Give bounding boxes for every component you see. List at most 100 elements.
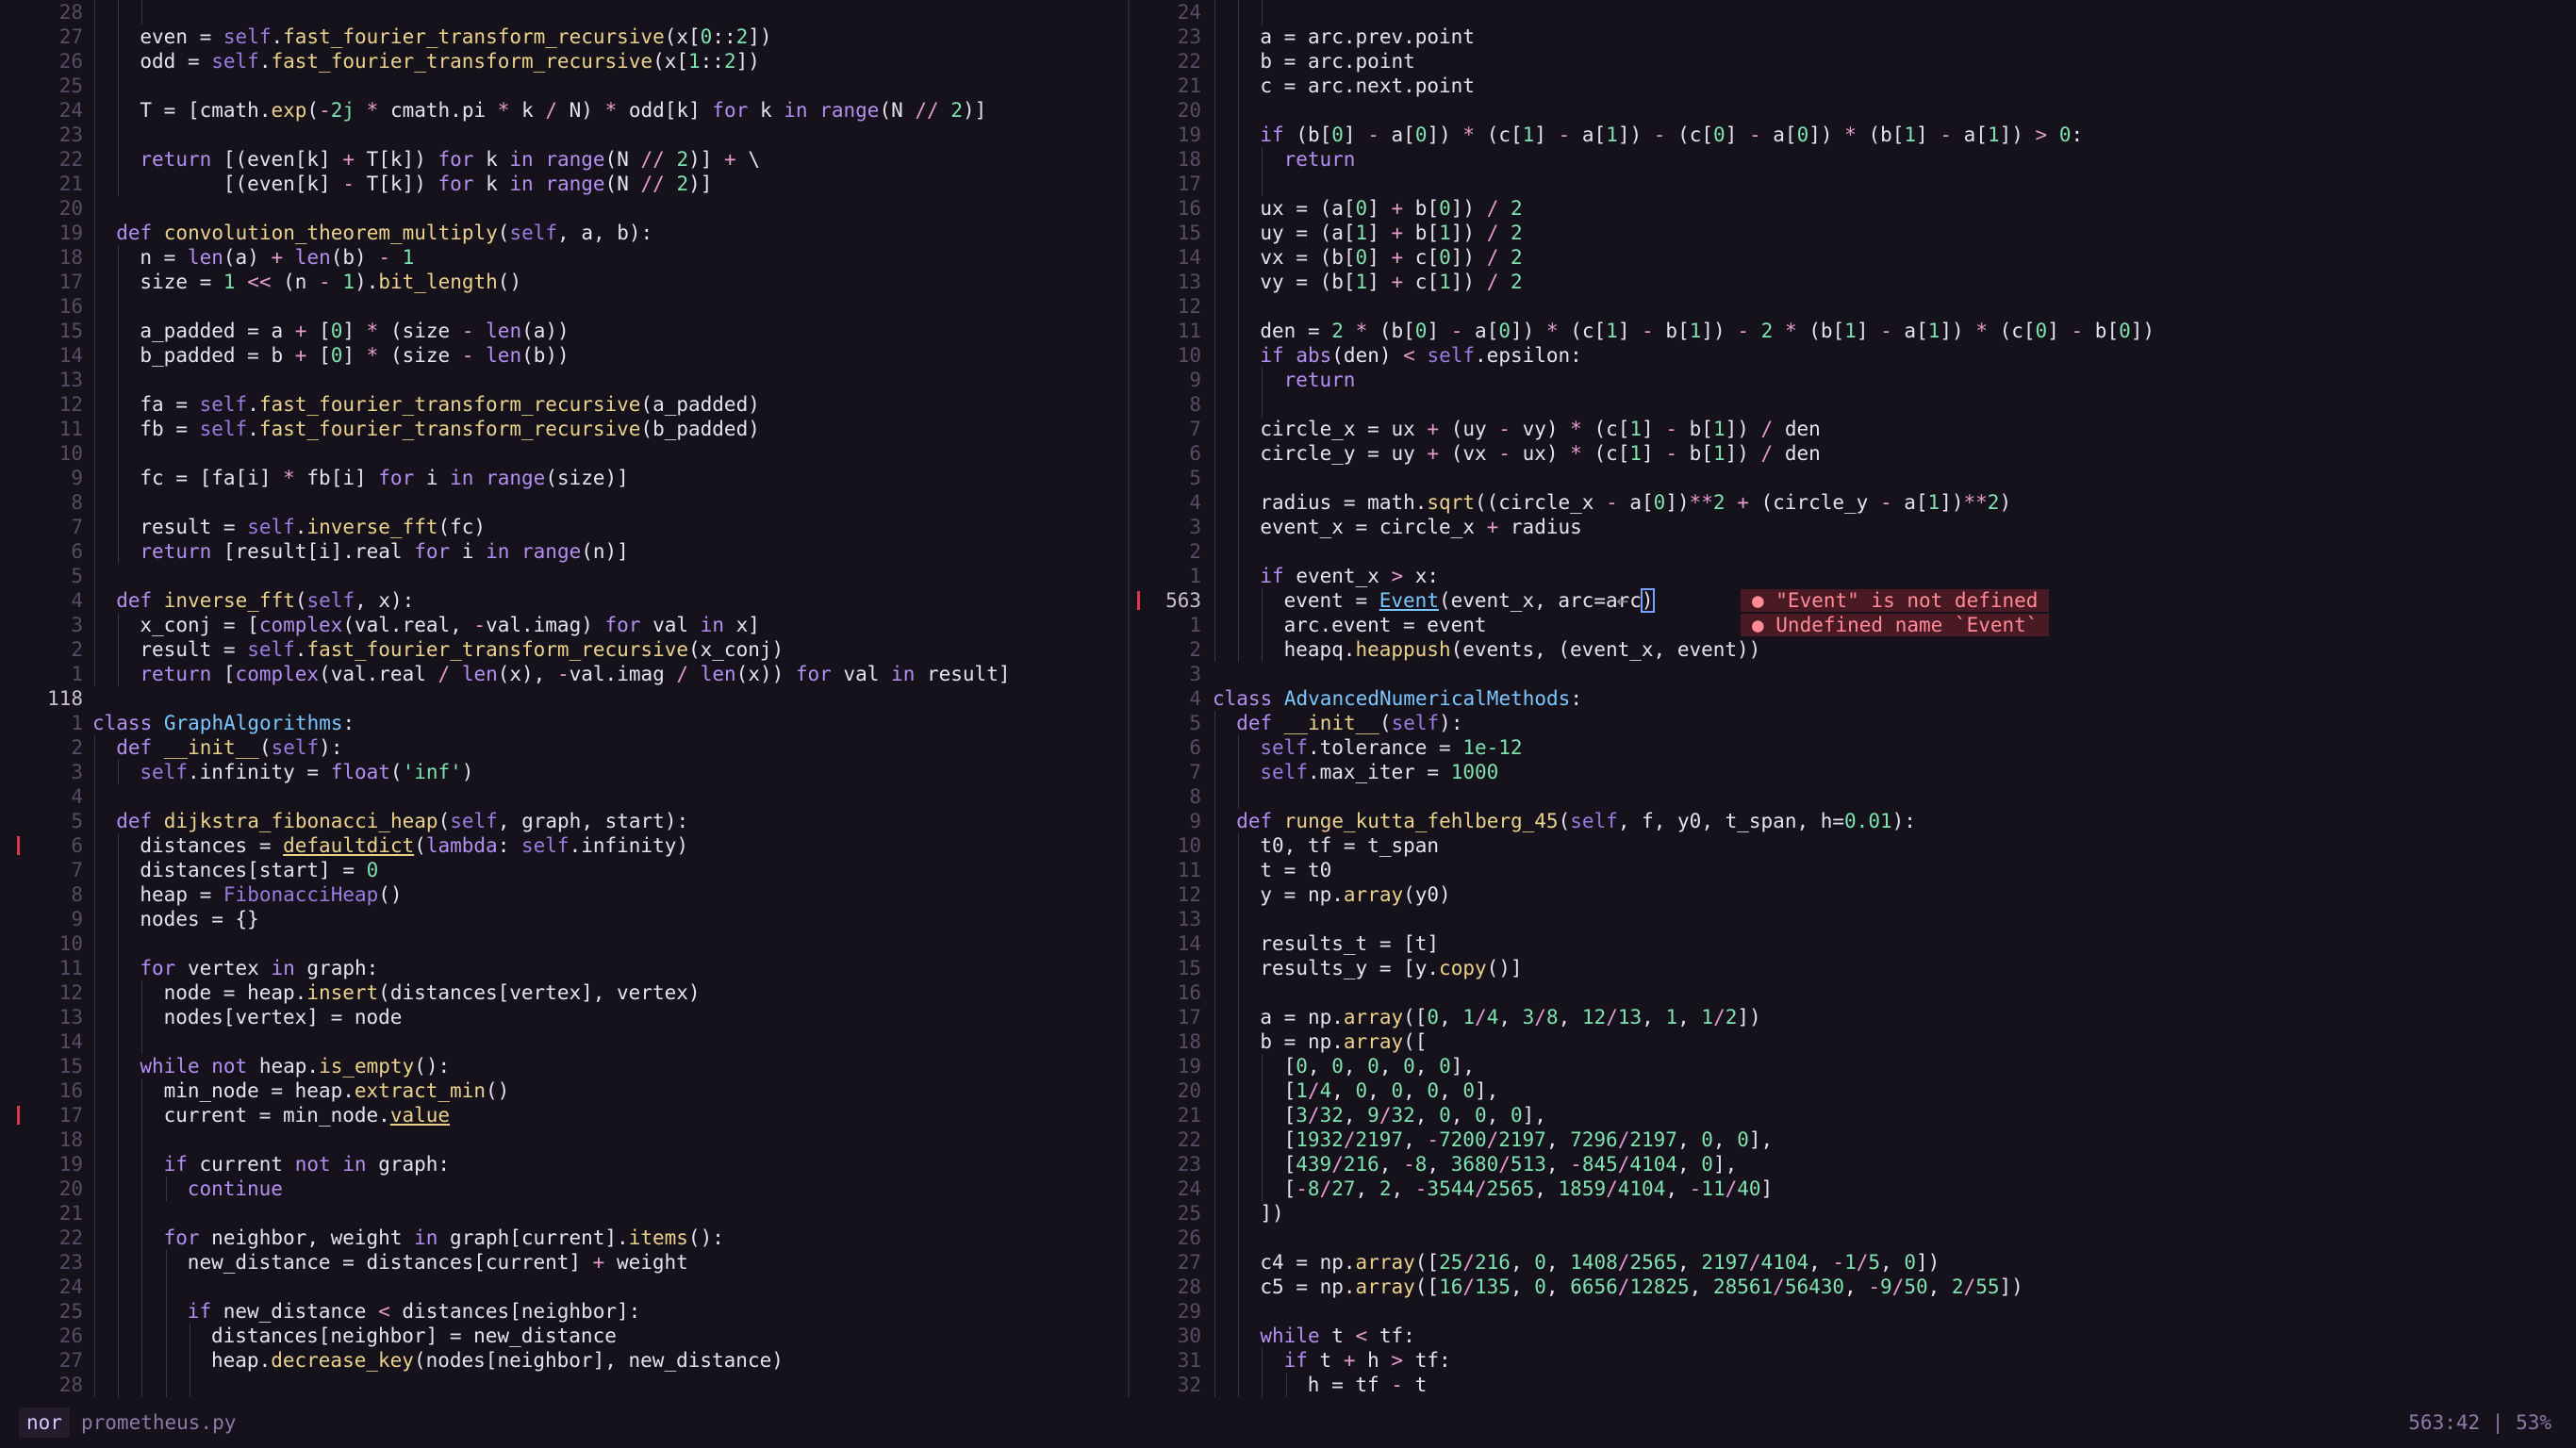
code-line[interactable]: 4 def inverse_fft(self, x):	[0, 588, 1128, 613]
code-line[interactable]: 17 size = 1 << (n - 1).bit_length()	[0, 270, 1128, 294]
code-line[interactable]: 2 result = self.fast_fourier_transform_re…	[0, 637, 1128, 662]
code-line[interactable]: 9 return	[1130, 368, 2576, 392]
code-line[interactable]: 118	[0, 686, 1128, 711]
code-text[interactable]: [1932/2197, -7200/2197, 7296/2197, 0, 0]…	[1284, 1127, 1774, 1152]
code-line[interactable]: 17 current = min_node.value	[0, 1103, 1128, 1127]
code-line[interactable]: 21 [(even[k] - T[k]) for k in range(N //…	[0, 172, 1128, 196]
code-text[interactable]: self.max_iter = 1000	[1260, 760, 1498, 784]
code-line[interactable]: 23 [439/216, -8, 3680/513, -845/4104, 0],	[1130, 1152, 2576, 1176]
code-text[interactable]: for neighbor, weight in graph[current].i…	[164, 1226, 724, 1250]
code-line[interactable]: 23 new_distance = distances[current] + we…	[0, 1250, 1128, 1275]
code-text[interactable]: for vertex in graph:	[140, 956, 378, 980]
code-line[interactable]: 12	[1130, 294, 2576, 319]
code-text[interactable]: [439/216, -8, 3680/513, -845/4104, 0],	[1284, 1152, 1738, 1176]
code-text[interactable]: self.infinity = float('inf')	[140, 760, 473, 784]
code-text[interactable]: c = arc.next.point	[1260, 74, 1475, 98]
code-line[interactable]: 2 heapq.heappush(events, (event_x, event)…	[1130, 637, 2576, 662]
code-line[interactable]: 6 circle_y = uy + (vx - ux) * (c[1] - b[1…	[1130, 441, 2576, 466]
code-text[interactable]: radius = math.sqrt((circle_x - a[0])**2 …	[1260, 490, 2011, 515]
editor-pane-right[interactable]: 24 23 a = arc.prev.point 22 b = arc.point 21 c…	[1130, 0, 2576, 1397]
code-text[interactable]: distances[neighbor] = new_distance	[211, 1324, 617, 1348]
code-text[interactable]: size = 1 << (n - 1).bit_length()	[140, 270, 521, 294]
code-line[interactable]: 6 distances = defaultdict(lambda: self.in…	[0, 833, 1128, 858]
code-line[interactable]: 15 a_padded = a + [0] * (size - len(a))	[0, 319, 1128, 343]
code-line[interactable]: 6 return [result[i].real for i in range(n…	[0, 539, 1128, 564]
code-line[interactable]: 14 b_padded = b + [0] * (size - len(b))	[0, 343, 1128, 368]
code-text[interactable]: t = t0	[1260, 858, 1331, 882]
code-line[interactable]: 10 if abs(den) < self.epsilon:	[1130, 343, 2576, 368]
code-line[interactable]: 13	[1130, 907, 2576, 931]
code-line[interactable]: 32 h = tf - t	[1130, 1373, 2576, 1397]
code-line[interactable]: 22 b = arc.point	[1130, 49, 2576, 74]
code-text[interactable]: class GraphAlgorithms:	[92, 711, 355, 735]
code-line[interactable]: 21	[0, 1201, 1128, 1226]
code-line[interactable]: 19 [0, 0, 0, 0, 0],	[1130, 1054, 2576, 1078]
code-line[interactable]: 3 event_x = circle_x + radius	[1130, 515, 2576, 539]
code-text[interactable]: def __init__(self):	[1236, 711, 1462, 735]
code-line[interactable]: 5 def dijkstra_fibonacci_heap(self, graph…	[0, 809, 1128, 833]
code-line[interactable]: 6 self.tolerance = 1e-12	[1130, 735, 2576, 760]
code-line[interactable]: 5	[1130, 466, 2576, 490]
code-line[interactable]: 21 c = arc.next.point	[1130, 74, 2576, 98]
code-text[interactable]: if new_distance < distances[neighbor]:	[188, 1299, 640, 1324]
code-line[interactable]: 10 t0, tf = t_span	[1130, 833, 2576, 858]
code-line[interactable]: 19 if current not in graph:	[0, 1152, 1128, 1176]
code-text[interactable]: y = np.array(y0)	[1260, 882, 1450, 907]
code-text[interactable]: vy = (b[1] + c[1]) / 2	[1260, 270, 1522, 294]
file-name[interactable]: prometheus.py	[81, 1407, 236, 1438]
code-text[interactable]: circle_x = ux + (uy - vy) * (c[1] - b[1]…	[1260, 417, 1820, 441]
code-line[interactable]: 4	[0, 784, 1128, 809]
code-text[interactable]: return [result[i].real for i in range(n)…	[140, 539, 628, 564]
code-line[interactable]: 28	[0, 0, 1128, 25]
code-text[interactable]: circle_y = uy + (vx - ux) * (c[1] - b[1]…	[1260, 441, 1820, 466]
code-line[interactable]: 27 heap.decrease_key(nodes[neighbor], new…	[0, 1348, 1128, 1373]
code-text[interactable]: [-8/27, 2, -3544/2565, 1859/4104, -11/40…	[1284, 1176, 1774, 1201]
code-text[interactable]: fc = [fa[i] * fb[i] for i in range(size)…	[140, 466, 628, 490]
code-line[interactable]: 11 for vertex in graph:	[0, 956, 1128, 980]
code-line[interactable]: 22 for neighbor, weight in graph[current]…	[0, 1226, 1128, 1250]
code-text[interactable]: result = self.fast_fourier_transform_rec…	[140, 637, 784, 662]
code-text[interactable]: if t + h > tf:	[1284, 1348, 1451, 1373]
code-text[interactable]: return	[1284, 147, 1356, 172]
code-line[interactable]: 18	[0, 1127, 1128, 1152]
code-text[interactable]: fb = self.fast_fourier_transform_recursi…	[140, 417, 759, 441]
code-line[interactable]: 26	[1130, 1226, 2576, 1250]
code-line[interactable]: 17	[1130, 172, 2576, 196]
code-text[interactable]: heap.decrease_key(nodes[neighbor], new_d…	[211, 1348, 784, 1373]
code-line[interactable]: 8 heap = FibonacciHeap()	[0, 882, 1128, 907]
code-text[interactable]: if current not in graph:	[164, 1152, 450, 1176]
code-text[interactable]: nodes = {}	[140, 907, 258, 931]
code-line[interactable]: 28	[0, 1373, 1128, 1397]
code-line[interactable]: 7 result = self.inverse_fft(fc)	[0, 515, 1128, 539]
code-line[interactable]: 26 odd = self.fast_fourier_transform_recu…	[0, 49, 1128, 74]
code-text[interactable]: min_node = heap.extract_min()	[164, 1078, 510, 1103]
code-text[interactable]: x_conj = [complex(val.real, -val.imag) f…	[140, 613, 760, 637]
code-line[interactable]: 7 distances[start] = 0	[0, 858, 1128, 882]
code-text[interactable]: b_padded = b + [0] * (size - len(b))	[140, 343, 569, 368]
code-line[interactable]: 563 event = Event(event_x, arc=arc) ← ● "Ev…	[1130, 588, 2576, 613]
code-line[interactable]: 24	[0, 1275, 1128, 1299]
code-text[interactable]: if event_x > x:	[1260, 564, 1439, 588]
code-text[interactable]: [(even[k] - T[k]) for k in range(N // 2)…	[140, 172, 713, 196]
code-text[interactable]: distances = defaultdict(lambda: self.inf…	[140, 833, 688, 858]
code-line[interactable]: 4 class AdvancedNumericalMethods:	[1130, 686, 2576, 711]
code-line[interactable]: 10	[0, 931, 1128, 956]
code-text[interactable]: distances[start] = 0	[140, 858, 378, 882]
code-text[interactable]: return [(even[k] + T[k]) for k in range(…	[140, 147, 760, 172]
code-text[interactable]: heapq.heappush(events, (event_x, event))	[1284, 637, 1761, 662]
code-line[interactable]: 19 def convolution_theorem_multiply(self,…	[0, 221, 1128, 245]
code-line[interactable]: 16 ux = (a[0] + b[0]) / 2	[1130, 196, 2576, 221]
code-line[interactable]: 13 vy = (b[1] + c[1]) / 2	[1130, 270, 2576, 294]
code-line[interactable]: 20	[0, 196, 1128, 221]
code-line[interactable]: 20 continue	[0, 1176, 1128, 1201]
code-line[interactable]: 18 n = len(a) + len(b) - 1	[0, 245, 1128, 270]
code-line[interactable]: 5 def __init__(self):	[1130, 711, 2576, 735]
code-line[interactable]: 15 while not heap.is_empty():	[0, 1054, 1128, 1078]
code-text[interactable]: arc.event = event	[1284, 613, 1487, 637]
code-text[interactable]: results_y = [y.copy()]	[1260, 956, 1522, 980]
code-line[interactable]: 18 return	[1130, 147, 2576, 172]
code-line[interactable]: 1 class GraphAlgorithms:	[0, 711, 1128, 735]
code-text[interactable]: fa = self.fast_fourier_transform_recursi…	[140, 392, 759, 417]
code-line[interactable]: 1 arc.event = event ● Undefined name `Even…	[1130, 613, 2576, 637]
code-line[interactable]: 13	[0, 368, 1128, 392]
